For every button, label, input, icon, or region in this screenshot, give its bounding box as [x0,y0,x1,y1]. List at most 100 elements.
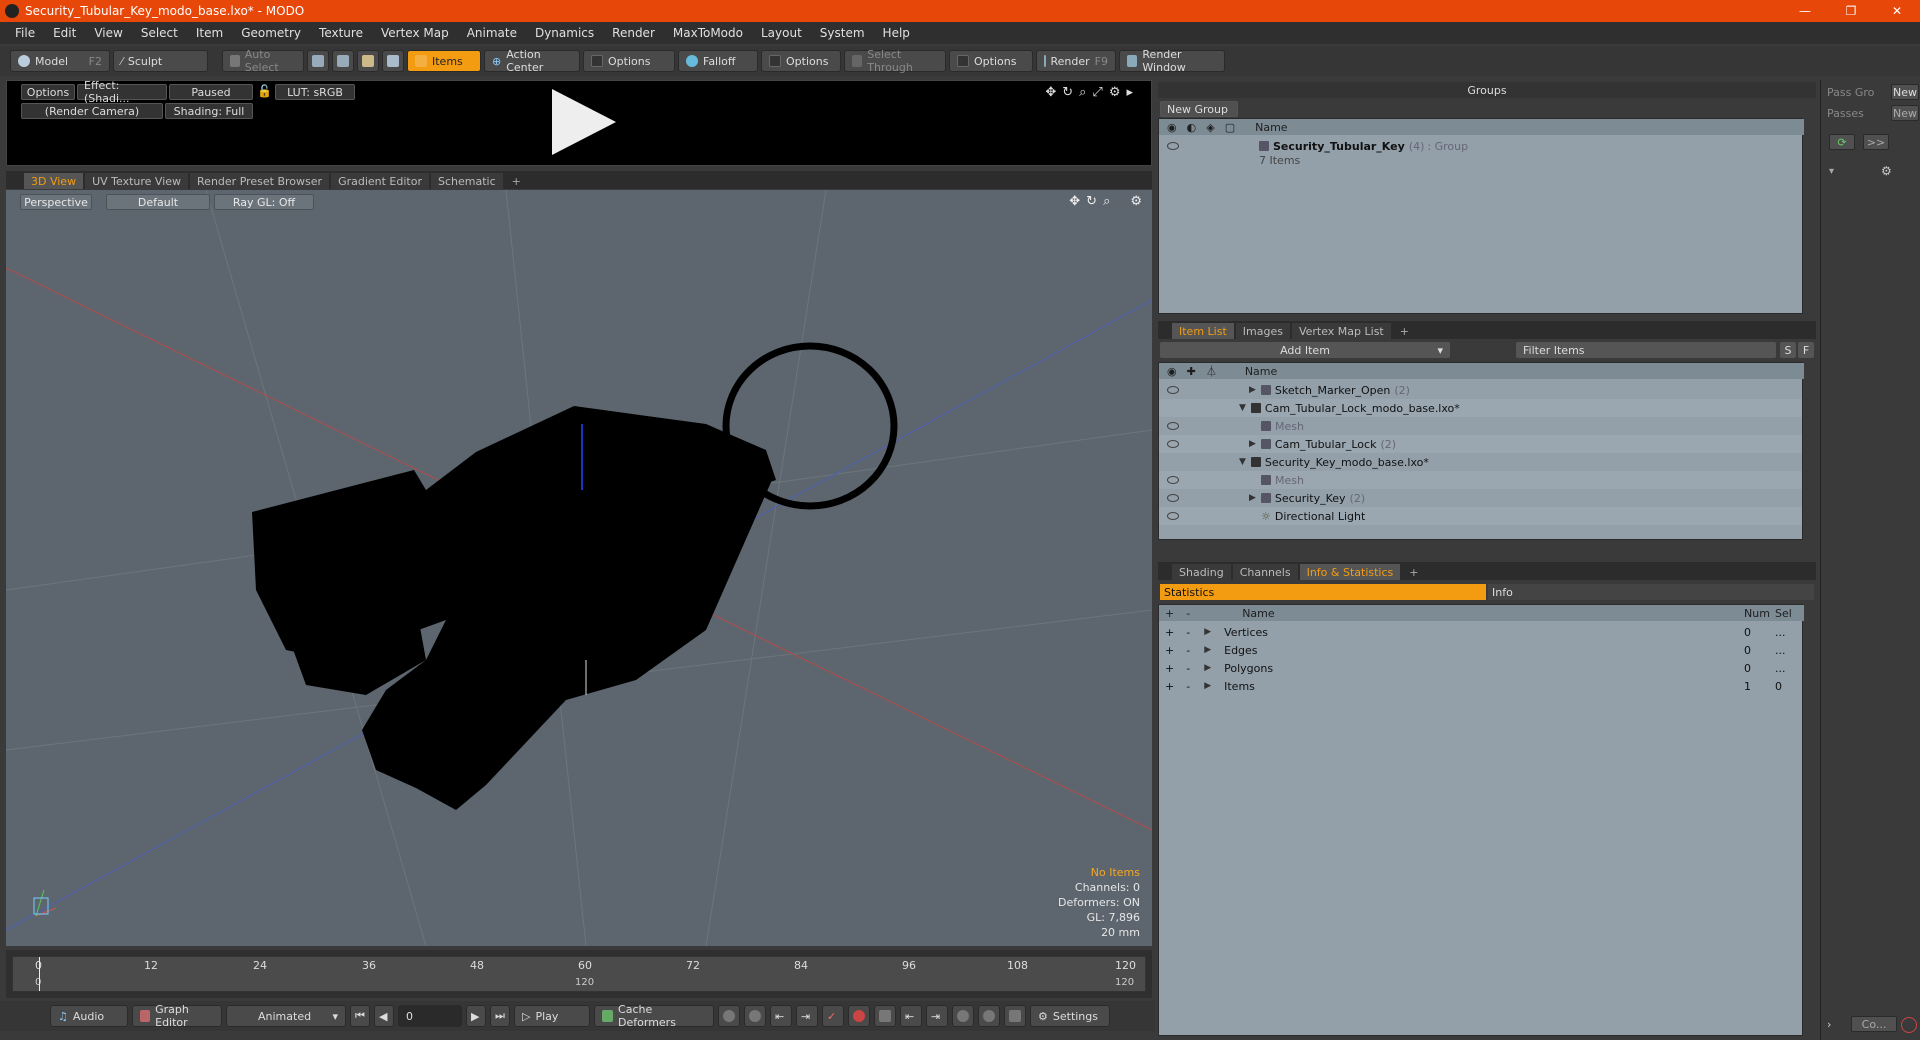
menu-item[interactable]: Item [187,26,232,40]
visibility-eye-icon[interactable] [1167,476,1179,484]
collapse-minus-button[interactable]: - [1186,662,1190,675]
items-mode-button[interactable]: Items [407,50,481,72]
preview-lut-dropdown[interactable]: LUT: sRGB [275,84,355,100]
list-item[interactable]: ▶ Sketch_Marker_Open (2) [1159,381,1802,399]
visibility-eye-icon[interactable] [1167,512,1179,520]
group-row[interactable]: Security_Tubular_Key (4) : Group [1159,139,1802,153]
menu-render[interactable]: Render [603,26,664,40]
tab-3d-view[interactable]: 3D View [24,173,84,189]
tab-uv-texture-view[interactable]: UV Texture View [85,173,189,189]
collapse-minus-button[interactable]: - [1186,626,1190,639]
add-item-dropdown[interactable]: Add Item ▾ [1160,342,1450,358]
go-end-button[interactable]: ⏭ [490,1005,510,1027]
render-button[interactable]: Render F9 [1036,50,1116,72]
rotate-view-icon[interactable]: ↻ [1086,194,1097,209]
ghost-button[interactable] [1004,1005,1026,1027]
action-center-button[interactable]: ⊕ Action Center [484,48,580,74]
expand-arrow-icon[interactable]: ▸ [1126,85,1133,100]
stop-icon[interactable] [1901,1017,1917,1033]
list-item[interactable]: Mesh [1159,417,1802,435]
list-item[interactable]: ▶ Cam_Tubular_Lock (2) [1159,435,1802,453]
co-button[interactable]: Co... [1851,1016,1897,1032]
menu-geometry[interactable]: Geometry [232,26,310,40]
playhead[interactable] [39,957,40,991]
onion-button[interactable] [952,1005,974,1027]
strip-gear-icon[interactable]: ⚙ [1881,164,1892,178]
visibility-eye-icon[interactable] [1167,494,1179,502]
info-tab[interactable]: Info [1488,584,1814,600]
menu-edit[interactable]: Edit [44,26,85,40]
tab-channels[interactable]: Channels [1232,564,1298,580]
action-center-options-button[interactable]: Options [583,50,675,72]
filter-items-input[interactable]: Filter Items [1516,342,1776,358]
fit-icon[interactable]: ⤢ [1092,85,1102,100]
play-icon[interactable] [552,89,616,155]
item-list[interactable]: ◉ ✚ ⏃ Name ▶ Sketch_Marker_Open (2) ▼ Ca… [1158,362,1804,540]
auto-key-button[interactable] [874,1005,896,1027]
zoom-view-icon[interactable]: ⌕ [1103,194,1110,209]
graph-editor-button[interactable]: Graph Editor [132,1003,222,1029]
preview-options-button[interactable]: Options [21,84,75,100]
animated-dropdown[interactable]: Animated ▾ [226,1005,346,1027]
3d-viewport[interactable]: Perspective Default Ray GL: Off ✥ ↻ ⌕ ⚙ … [6,190,1152,946]
tab-info-statistics[interactable]: Info & Statistics [1299,564,1401,580]
render-window-button[interactable]: Render Window [1119,48,1225,74]
chevron-right-icon[interactable]: ▶ [1249,493,1256,503]
materials-mode-button[interactable] [382,50,404,72]
close-button[interactable]: ✕ [1874,0,1920,22]
auto-select-button[interactable]: Auto Select [222,48,304,74]
preview-camera-dropdown[interactable]: (Render Camera) [21,103,163,119]
expand-plus-button[interactable]: + [1165,680,1174,693]
prev-key-button[interactable]: ⇤ [770,1005,792,1027]
expand-plus-button[interactable]: + [1165,662,1174,675]
new-group-button[interactable]: New Group [1160,101,1238,117]
visibility-eye-icon[interactable] [1167,386,1179,394]
f-toggle-button[interactable]: F [1798,342,1814,358]
add-tab-button[interactable]: + [505,173,528,189]
key-tool-1[interactable] [718,1005,740,1027]
move-icon[interactable]: ✥ [1045,85,1056,100]
expand-plus-button[interactable]: + [1165,626,1174,639]
vertices-mode-button[interactable] [307,50,329,72]
settings-button[interactable]: ⚙ Settings [1030,1005,1110,1027]
gear-icon[interactable]: ⚙ [1109,85,1121,100]
visibility-eye-icon[interactable] [1167,422,1179,430]
statistics-tab[interactable]: Statistics [1160,584,1486,600]
select-through-button[interactable]: Select Through [844,48,946,74]
menu-layout[interactable]: Layout [752,26,811,40]
expand-right-icon[interactable]: › [1827,1018,1831,1031]
tab-item-list[interactable]: Item List [1172,323,1234,339]
visibility-eye-icon[interactable] [1167,142,1179,150]
key-tool-2[interactable] [744,1005,766,1027]
menu-view[interactable]: View [85,26,131,40]
key-button[interactable]: ✓ [822,1005,844,1027]
s-toggle-button[interactable]: S [1780,342,1796,358]
preview-paused-button[interactable]: Paused [169,84,253,100]
collapse-arrow-icon[interactable]: ▾ [1829,166,1834,177]
tab-images[interactable]: Images [1235,323,1290,339]
collapse-minus-button[interactable]: - [1186,644,1190,657]
add-tab-button[interactable]: + [1402,564,1425,580]
next-key-button[interactable]: ⇥ [796,1005,818,1027]
cache-deformers-button[interactable]: Cache Deformers [594,1003,714,1029]
tab-gradient-editor[interactable]: Gradient Editor [331,173,429,189]
move-view-icon[interactable]: ✥ [1069,194,1080,209]
minimize-button[interactable]: — [1782,0,1828,22]
menu-animate[interactable]: Animate [458,26,526,40]
audio-button[interactable]: ♫ Audio [50,1005,128,1027]
chevron-right-icon[interactable]: ▶ [1204,645,1211,655]
tab-shading[interactable]: Shading [1172,564,1231,580]
chevron-right-icon[interactable]: ▶ [1249,385,1256,395]
expand-plus-button[interactable]: + [1165,644,1174,657]
refresh-icon[interactable]: ⟳ [1829,134,1855,150]
falloff-button[interactable]: Falloff [678,50,758,72]
preview-effect-dropdown[interactable]: Effect: (Shadi... [77,79,167,105]
play-button[interactable]: ▷ Play [514,1005,590,1027]
menu-file[interactable]: File [6,26,44,40]
menu-maxtomodo[interactable]: MaxToModo [664,26,752,40]
menu-system[interactable]: System [811,26,874,40]
chevron-right-icon[interactable]: ▶ [1204,663,1211,673]
list-item[interactable]: ☼ Directional Light [1159,507,1802,525]
menu-select[interactable]: Select [132,26,187,40]
default-shading-dropdown[interactable]: Default [106,194,210,210]
